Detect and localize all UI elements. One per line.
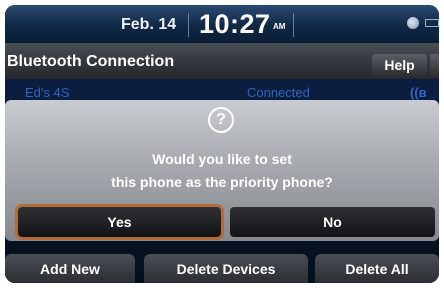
yes-button[interactable]: Yes <box>15 204 224 240</box>
question-icon: ? <box>208 107 234 133</box>
status-date: Feb. 14 <box>121 16 177 33</box>
delete-all-button[interactable]: Delete All <box>315 254 439 283</box>
bluetooth-icon: ((ʙ <box>410 85 427 100</box>
dialog-message-line1: Would you like to set <box>152 151 292 167</box>
no-button[interactable]: No <box>230 207 435 237</box>
status-ampm: AM <box>273 22 286 31</box>
priority-phone-dialog: ? Would you like to set this phone as th… <box>5 100 439 241</box>
status-separator <box>293 13 294 37</box>
device-status: Connected <box>247 85 310 100</box>
delete-devices-button[interactable]: Delete Devices <box>144 254 308 283</box>
screen: Feb. 14 10:27 AM Bluetooth Connection He… <box>5 5 439 283</box>
device-name: Ed's 4S <box>25 85 70 100</box>
battery-icon <box>425 19 439 27</box>
dialog-message-line2: this phone as the priority phone? <box>111 174 333 190</box>
device-frame: Feb. 14 10:27 AM Bluetooth Connection He… <box>0 0 444 288</box>
status-separator <box>188 13 189 37</box>
status-bar: Feb. 14 10:27 AM <box>5 5 439 43</box>
title-bar-button-edge <box>430 54 439 77</box>
title-bar: Bluetooth Connection Help <box>5 43 439 79</box>
footer-toolbar: Add New Delete Devices Delete All <box>5 254 439 283</box>
phone-status-icon <box>407 17 419 29</box>
help-button[interactable]: Help <box>372 54 427 77</box>
status-time: 10:27 <box>199 9 271 39</box>
page-title: Bluetooth Connection <box>7 53 175 70</box>
add-new-button[interactable]: Add New <box>5 254 135 283</box>
